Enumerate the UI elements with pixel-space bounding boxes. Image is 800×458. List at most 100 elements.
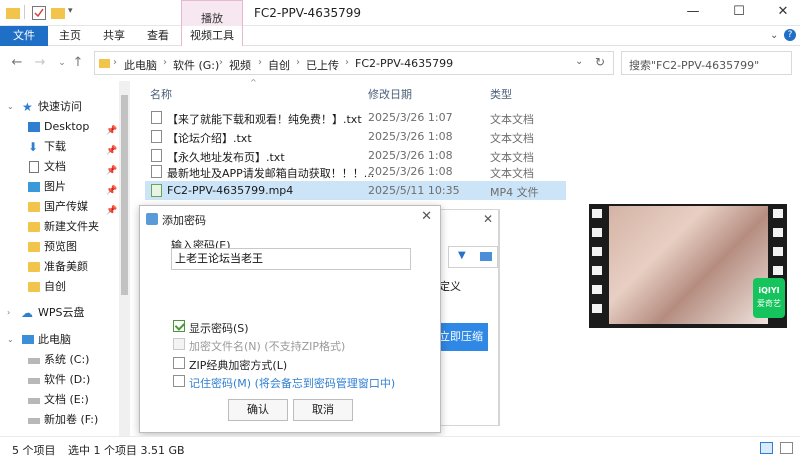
breadcrumb-separator: ›: [296, 57, 300, 68]
file-date: 2025/3/26 1:08: [368, 165, 453, 178]
column-header-name[interactable]: 名称: [150, 86, 172, 102]
sidebar-item-label: 国产传媒: [44, 200, 88, 213]
sidebar-item-downloads[interactable]: ⬇ 下载 📌: [0, 137, 119, 157]
back-icon[interactable]: ←: [10, 56, 24, 70]
dropdown-arrow-icon[interactable]: ▼: [458, 250, 466, 261]
chevron-down-icon[interactable]: ⌄: [7, 97, 14, 117]
selection-info: 选中 1 个项目 3.51 GB: [68, 444, 185, 457]
new-folder-icon[interactable]: [51, 8, 65, 19]
file-row[interactable]: 【论坛介绍】.txt 2025/3/26 1:08 文本文档: [145, 127, 566, 146]
chevron-down-icon[interactable]: ⌄: [7, 330, 14, 350]
folder-icon: [28, 242, 40, 252]
compress-now-button[interactable]: 立即压缩: [437, 323, 488, 351]
breadcrumb-drive-g[interactable]: 软件 (G:): [173, 57, 219, 73]
breadcrumb-zichuang[interactable]: 自创: [268, 57, 290, 73]
tab-home[interactable]: 主页: [48, 26, 92, 46]
breadcrumb-separator: ›: [163, 57, 167, 68]
recent-locations-icon[interactable]: ⌄: [55, 56, 69, 70]
film-hole: [592, 266, 602, 275]
minimize-button[interactable]: —: [678, 4, 708, 22]
encrypt-filename-checkbox[interactable]: [173, 338, 185, 350]
format-dropdown[interactable]: ▼: [448, 246, 498, 268]
sidebar-item-label: 下载: [44, 140, 66, 153]
file-name: 最新地址及APP请发邮箱自动获取！！！...: [167, 167, 375, 180]
tab-view[interactable]: 查看: [136, 26, 180, 46]
close-button[interactable]: ✕: [768, 4, 798, 22]
show-password-label[interactable]: 显示密码(S): [189, 320, 249, 336]
cancel-button[interactable]: 取消: [293, 399, 353, 421]
maximize-button[interactable]: ☐: [724, 4, 754, 22]
sidebar-item-guochan[interactable]: 国产传媒 📌: [0, 197, 119, 217]
large-icons-view-icon[interactable]: [780, 442, 793, 454]
properties-icon[interactable]: [32, 6, 46, 20]
search-placeholder: 搜索"FC2-PPV-4635799": [629, 59, 760, 72]
breadcrumb-this-pc[interactable]: 此电脑: [124, 57, 157, 73]
film-hole: [592, 304, 602, 313]
sidebar-item-label: 软件 (D:): [44, 373, 91, 386]
sidebar-item-label: 准备美颜: [44, 260, 88, 273]
file-row[interactable]: 【来了就能下载和观看！纯免费！】.txt 2025/3/26 1:07 文本文档: [145, 108, 566, 127]
close-icon[interactable]: ✕: [476, 209, 500, 229]
film-hole: [773, 247, 783, 256]
navigation-pane: ⌄ ★ 快速访问 Desktop 📌 ⬇ 下载 📌 文档 📌 图片 📌 国产传媒…: [0, 81, 130, 436]
file-type: MP4 文件: [490, 186, 539, 199]
sidebar-item-pictures[interactable]: 图片 📌: [0, 177, 119, 197]
add-password-dialog: 添加密码 ✕ 输入密码(E) 上老王论坛当老王 显示密码(S) 加密文件名(N)…: [139, 205, 441, 433]
ok-button[interactable]: 确认: [228, 399, 288, 421]
close-icon[interactable]: ✕: [421, 209, 432, 224]
tab-video-tools[interactable]: 视频工具: [181, 26, 243, 46]
customize-quick-access-icon[interactable]: ▾: [68, 6, 73, 16]
file-date: 2025/5/11 10:35: [368, 184, 460, 197]
remember-password-label[interactable]: 记住密码(M) (将会备忘到密码管理窗口中): [189, 375, 395, 391]
folder-icon: [28, 222, 40, 232]
nav-scrollbar-thumb[interactable]: [121, 95, 128, 295]
sidebar-item-documents[interactable]: 文档 📌: [0, 157, 119, 177]
pin-icon[interactable]: 📌: [106, 201, 117, 221]
help-icon[interactable]: ?: [784, 29, 796, 41]
remember-password-checkbox[interactable]: [173, 375, 185, 387]
computer-icon: [22, 335, 34, 344]
forward-icon[interactable]: →: [33, 56, 47, 70]
film-hole: [773, 266, 783, 275]
address-bar[interactable]: › 此电脑 › 软件 (G:) › 视频 › 自创 › 已上传 › FC2-PP…: [94, 51, 614, 75]
breadcrumb-uploaded[interactable]: 已上传: [306, 57, 339, 73]
folder-icon: [28, 262, 40, 272]
address-dropdown-icon[interactable]: ⌄: [575, 56, 583, 67]
sidebar-item-desktop[interactable]: Desktop 📌: [0, 117, 119, 137]
breadcrumb-separator: ›: [113, 57, 117, 68]
ribbon-expand-icon[interactable]: ⌄: [770, 30, 778, 41]
breadcrumb-separator: ›: [345, 57, 349, 68]
encrypt-filename-label: 加密文件名(N) (不支持ZIP格式): [189, 340, 346, 353]
tab-share[interactable]: 共享: [92, 26, 136, 46]
zip-classic-checkbox[interactable]: [173, 357, 185, 369]
breadcrumb-current[interactable]: FC2-PPV-4635799: [355, 57, 453, 70]
compress-dialog-background: ▼ 定义: [437, 209, 500, 426]
column-header-date[interactable]: 修改日期: [368, 86, 412, 102]
folder-icon: [99, 59, 110, 68]
password-input[interactable]: 上老王论坛当老王: [171, 248, 411, 270]
details-view-icon[interactable]: [760, 442, 773, 454]
sidebar-item-label: 预览图: [44, 240, 77, 253]
search-input[interactable]: 搜索"FC2-PPV-4635799": [621, 51, 792, 75]
file-type: 文本文档: [490, 132, 534, 145]
chevron-right-icon[interactable]: ›: [7, 303, 10, 323]
show-password-checkbox[interactable]: [173, 320, 185, 332]
sidebar-item-label: WPS云盘: [38, 306, 85, 319]
folder-icon: [28, 202, 40, 212]
film-hole: [592, 228, 602, 237]
drive-icon: [28, 378, 40, 384]
up-icon[interactable]: ↑: [71, 56, 85, 70]
breadcrumb-separator: ›: [219, 57, 223, 68]
refresh-icon[interactable]: ↻: [595, 55, 605, 69]
file-row-selected[interactable]: FC2-PPV-4635799.mp4 2025/5/11 10:35 MP4 …: [145, 181, 566, 200]
folder-icon[interactable]: [480, 252, 492, 261]
breadcrumb-video[interactable]: 视频: [229, 57, 251, 73]
tab-file[interactable]: 文件: [0, 26, 48, 46]
customize-label: 定义: [439, 280, 461, 293]
column-header-type[interactable]: 类型: [490, 86, 512, 102]
zip-classic-label[interactable]: ZIP经典加密方式(L): [189, 357, 287, 373]
iqiyi-badge: iQIYI 爱奇艺: [753, 278, 785, 318]
file-row[interactable]: 最新地址及APP请发邮箱自动获取！！！... 2025/3/26 1:08 文本…: [145, 162, 566, 181]
film-hole: [773, 228, 783, 237]
video-thumbnail-image: [609, 206, 768, 324]
